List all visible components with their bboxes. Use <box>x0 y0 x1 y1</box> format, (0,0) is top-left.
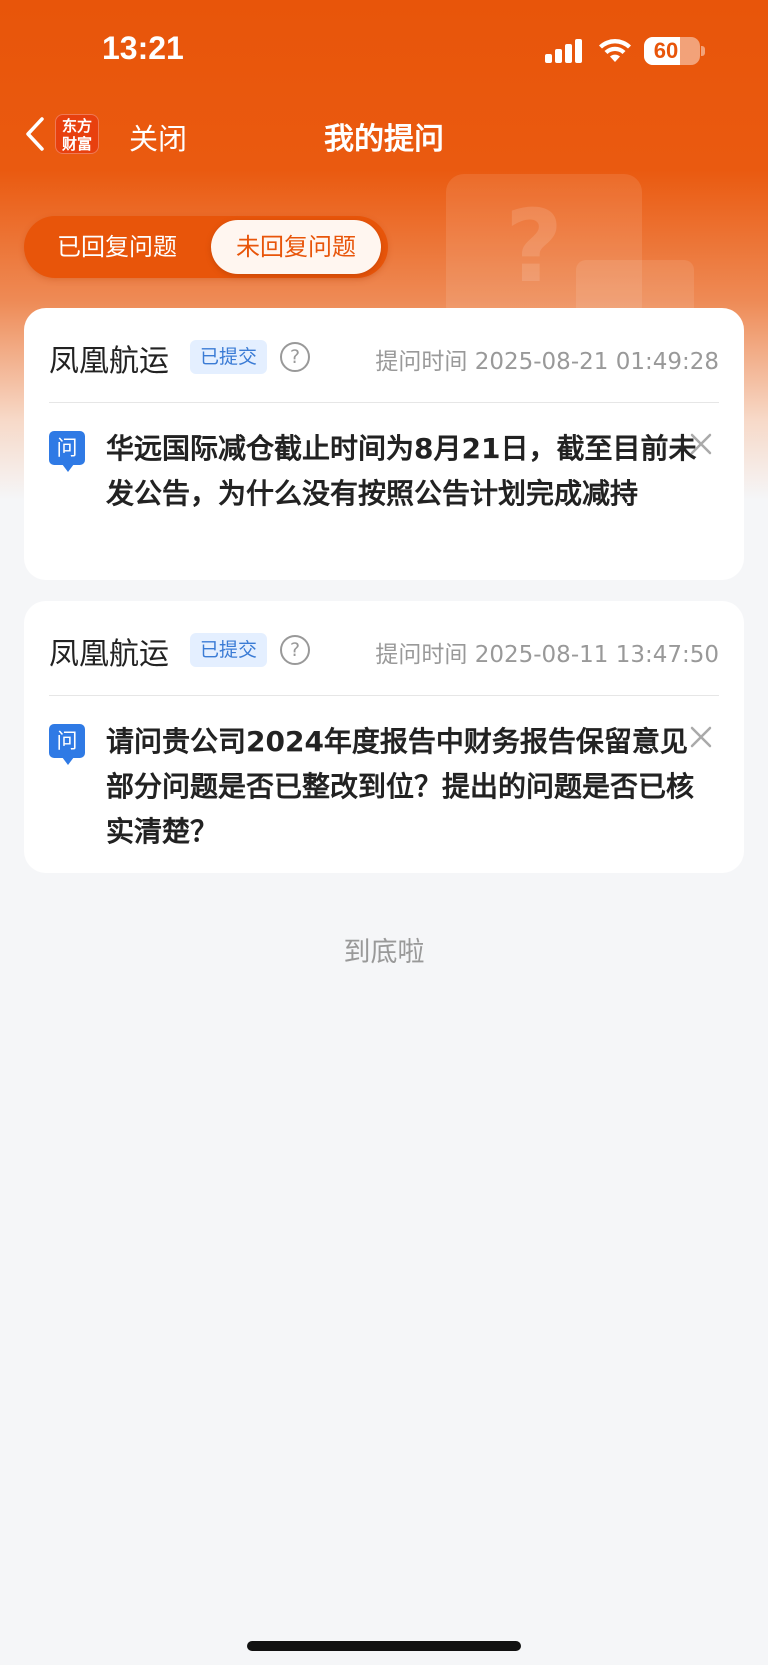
divider <box>49 695 719 696</box>
question-icon: 问 <box>49 724 85 765</box>
company-name: 凤凰航运 <box>49 344 169 379</box>
question-time: 提问时间 2025-08-11 13:47:50 <box>375 642 719 668</box>
help-icon[interactable]: ? <box>280 635 310 665</box>
question-text: 华远国际减仓截止时间为8月21日，截至目前未发公告，为什么没有按照公告计划完成减… <box>106 432 697 510</box>
page-title: 我的提问 <box>324 122 444 157</box>
question-time: 提问时间 2025-08-21 01:49:28 <box>375 349 719 375</box>
tab-replied[interactable]: 已回复问题 <box>32 220 202 274</box>
battery-level: 60 <box>653 38 679 63</box>
question-mark-decoration: ? <box>505 188 564 305</box>
divider <box>49 402 719 403</box>
question-text: 请问贵公司2024年度报告中财务报告保留意见部分问题是否已整改到位？提出的问题是… <box>106 725 695 848</box>
tab-unreplied[interactable]: 未回复问题 <box>211 220 381 274</box>
home-indicator[interactable] <box>247 1641 521 1651</box>
status-badge: 已提交 <box>190 633 268 667</box>
signal-icon <box>545 39 585 63</box>
question-card[interactable]: 凤凰航运 已提交 ? 提问时间 2025-08-21 01:49:28 问 华远… <box>24 308 744 580</box>
question-icon: 问 <box>49 431 85 472</box>
delete-icon[interactable] <box>689 432 713 456</box>
battery-icon: 60 <box>644 37 700 65</box>
help-icon[interactable]: ? <box>280 342 310 372</box>
tab-switcher: 已回复问题 未回复问题 <box>24 216 388 278</box>
battery-tip <box>701 46 705 56</box>
wifi-icon <box>599 39 631 62</box>
end-of-list-text: 到底啦 <box>343 937 425 968</box>
delete-icon[interactable] <box>689 725 713 749</box>
status-time: 13:21 <box>102 30 184 66</box>
company-name: 凤凰航运 <box>49 637 169 672</box>
status-badge: 已提交 <box>190 340 268 374</box>
question-card[interactable]: 凤凰航运 已提交 ? 提问时间 2025-08-11 13:47:50 问 请问… <box>24 601 744 873</box>
card-header: 凤凰航运 已提交 ? 提问时间 2025-08-21 01:49:28 <box>24 308 744 398</box>
card-header: 凤凰航运 已提交 ? 提问时间 2025-08-11 13:47:50 <box>24 601 744 691</box>
